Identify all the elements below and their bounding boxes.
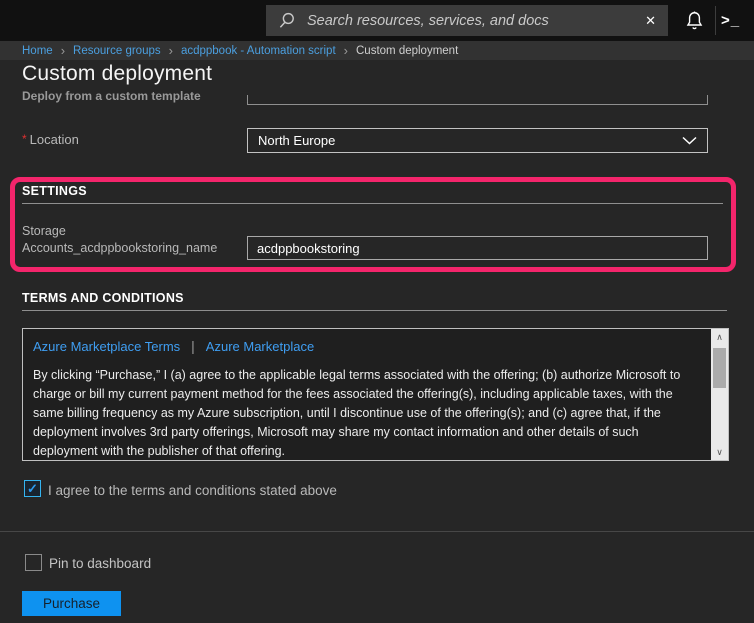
- pin-to-dashboard-checkbox[interactable]: [25, 554, 42, 571]
- notifications-bell-icon[interactable]: [681, 7, 707, 35]
- chevron-right-icon: ›: [344, 44, 348, 57]
- scrollbar-thumb[interactable]: [713, 348, 726, 388]
- purchase-button[interactable]: Purchase: [22, 591, 121, 616]
- cloud-shell-icon[interactable]: >_: [721, 8, 751, 32]
- breadcrumb-resource-groups[interactable]: Resource groups: [73, 45, 161, 57]
- purchase-button-label: Purchase: [43, 596, 100, 611]
- agree-terms-checkbox[interactable]: ✓: [24, 480, 41, 497]
- azure-marketplace-link[interactable]: Azure Marketplace: [206, 339, 314, 354]
- azure-marketplace-terms-link[interactable]: Azure Marketplace Terms: [33, 339, 180, 354]
- search-placeholder: Search resources, services, and docs: [307, 13, 645, 29]
- storage-label-line2: Accounts_acdppbookstoring_name: [22, 240, 242, 257]
- footer-divider: [0, 531, 754, 532]
- terms-body-text: By clicking “Purchase,” I (a) agree to t…: [33, 366, 701, 461]
- agree-terms-label: I agree to the terms and conditions stat…: [48, 483, 337, 498]
- location-label: *Location: [22, 132, 79, 147]
- chevron-right-icon: ›: [169, 44, 173, 57]
- page-title: Custom deployment: [22, 62, 212, 86]
- checkmark-icon: ✓: [27, 481, 38, 497]
- topbar-divider: [715, 6, 716, 35]
- scroll-down-icon[interactable]: ∨: [711, 444, 728, 460]
- terms-divider: [22, 310, 727, 311]
- storage-label-line1: Storage: [22, 223, 242, 240]
- breadcrumb-home[interactable]: Home: [22, 45, 53, 57]
- terms-scroll-panel: Azure Marketplace Terms | Azure Marketpl…: [22, 328, 729, 461]
- breadcrumb: Home › Resource groups › acdppbook - Aut…: [0, 41, 754, 60]
- settings-section-heading: SETTINGS: [22, 184, 87, 198]
- location-selected-value: North Europe: [258, 133, 682, 148]
- storage-account-label: Storage Accounts_acdppbookstoring_name: [22, 223, 242, 257]
- vertical-scrollbar[interactable]: ∧ ∨: [711, 329, 728, 460]
- clipped-input-field[interactable]: [247, 95, 708, 105]
- required-asterisk: *: [22, 132, 27, 146]
- breadcrumb-current-page: Custom deployment: [356, 45, 458, 57]
- chevron-right-icon: ›: [61, 44, 65, 57]
- terms-section-heading: TERMS AND CONDITIONS: [22, 291, 184, 305]
- search-clear-icon[interactable]: ✕: [645, 13, 656, 29]
- global-search-box[interactable]: Search resources, services, and docs ✕: [266, 5, 668, 36]
- breadcrumb-automation-script[interactable]: acdppbook - Automation script: [181, 45, 336, 57]
- settings-divider: [22, 203, 723, 204]
- location-label-text: Location: [30, 132, 79, 147]
- page-subtitle: Deploy from a custom template: [22, 89, 201, 103]
- terms-links-row: Azure Marketplace Terms | Azure Marketpl…: [33, 338, 314, 354]
- link-separator: |: [191, 338, 195, 354]
- top-bar: Search resources, services, and docs ✕ >…: [0, 0, 754, 41]
- search-icon: [278, 11, 297, 30]
- storage-account-name-input[interactable]: [247, 236, 708, 260]
- chevron-down-icon: [682, 136, 697, 145]
- location-dropdown[interactable]: North Europe: [247, 128, 708, 153]
- pin-to-dashboard-label: Pin to dashboard: [49, 556, 151, 571]
- scroll-up-icon[interactable]: ∧: [711, 329, 728, 345]
